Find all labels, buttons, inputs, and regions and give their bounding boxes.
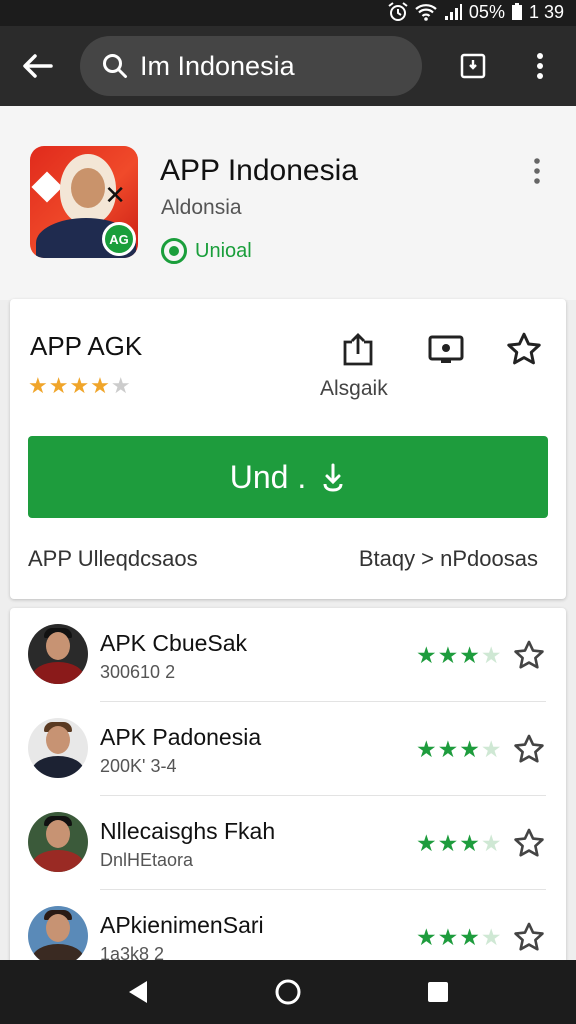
install-button[interactable]: Und . (28, 436, 548, 518)
overflow-menu-button[interactable] (518, 44, 562, 88)
nav-back-button[interactable] (116, 970, 160, 1014)
stars-empty: ★ (480, 924, 503, 950)
battery-icon (511, 3, 522, 20)
action-label: Alsgaik (320, 377, 388, 400)
list-item-stars: ★★★★ (416, 924, 502, 951)
list-item[interactable]: APK Padonesia 200K' 3-4 ★★★★ (10, 702, 566, 796)
icon-face-shape (71, 168, 105, 208)
star-icon (514, 734, 544, 763)
list-item-name: APkienimenSari (100, 912, 264, 938)
app-icon: ✕ AG (30, 146, 138, 258)
clock: 1 39 (528, 2, 564, 22)
search-input[interactable]: Im Indonesia (80, 36, 422, 96)
list-item-sub: 300610 2 (100, 662, 176, 682)
list-item[interactable]: Nllecaisghs Fkah DnlHEtaora ★★★★ (10, 796, 566, 890)
status-bar: 05% 1 39 (0, 0, 576, 26)
list-item-sub: DnlHEtaora (100, 850, 194, 870)
app-bar: Im Indonesia (0, 26, 576, 106)
installed-status: Unioal (161, 238, 252, 264)
avatar (28, 624, 88, 684)
wishlist-star-button[interactable] (502, 329, 546, 369)
icon-badge: AG (102, 222, 136, 256)
header-more-button[interactable] (520, 154, 554, 188)
play-icon (129, 981, 147, 1003)
back-button[interactable] (14, 44, 60, 88)
list-item-stars: ★★★★ (416, 736, 502, 763)
avatar (28, 906, 88, 966)
wifi-icon (415, 4, 437, 21)
stars-filled: ★★★ (416, 924, 481, 950)
list-item-favorite-button[interactable] (510, 636, 548, 674)
stars-filled: ★★★ (416, 642, 481, 668)
download-icon (323, 463, 343, 492)
list-item-stars: ★★★★ (416, 642, 502, 669)
alarm-icon (388, 2, 408, 21)
avatar (28, 718, 88, 778)
star-icon (507, 332, 541, 365)
app-developer[interactable]: Aldonsia (161, 196, 242, 220)
detail-footer-right-link[interactable]: Btaqy > nPdoosas (359, 546, 538, 572)
app-header: ✕ AG APP Indonesia Aldonsia Unioal (0, 106, 576, 300)
signal-icon (444, 4, 462, 20)
more-vert-icon (534, 158, 540, 184)
bookmark-icon (460, 53, 486, 79)
icon-burst-shape (31, 171, 63, 203)
related-apps-list: APK CbueSak 300610 2 ★★★★ APK Padonesia … (10, 608, 566, 968)
rating-stars: ★★★★★ (28, 373, 132, 399)
list-item-name: APK CbueSak (100, 630, 248, 656)
list-item-name: Nllecaisghs Fkah (100, 818, 276, 844)
home-icon (275, 979, 301, 1005)
stars-filled: ★★★ (416, 830, 481, 856)
list-item-favorite-button[interactable] (510, 824, 548, 862)
star-icon (514, 828, 544, 857)
bookmark-button[interactable] (451, 44, 495, 88)
search-icon (103, 54, 127, 78)
list-item-stars: ★★★★ (416, 830, 502, 857)
star-icon (514, 922, 544, 951)
system-nav-bar (0, 960, 576, 1024)
list-item[interactable]: APK CbueSak 300610 2 ★★★★ (10, 608, 566, 702)
nav-recents-button[interactable] (416, 970, 460, 1014)
star-icon (514, 640, 544, 669)
back-arrow-icon (23, 54, 53, 78)
icon-x-mark: ✕ (104, 180, 126, 210)
more-vert-icon (537, 53, 543, 79)
list-item[interactable]: APkienimenSari 1a3k8 2 ★★★★ (10, 890, 566, 968)
recents-icon (428, 982, 448, 1002)
stars-empty: ★ (480, 736, 503, 762)
share-icon (343, 333, 373, 366)
share-button[interactable] (336, 329, 380, 369)
list-item-favorite-button[interactable] (510, 730, 548, 768)
installed-icon (161, 238, 187, 264)
detail-card: APP AGK ★★★★★ Alsgaik Und . APP Ulleqdcs… (10, 299, 566, 599)
stars-filled: ★★★ (416, 736, 481, 762)
screenshot-button[interactable] (424, 329, 468, 369)
rating-stars-filled: ★★★★ (28, 373, 111, 398)
avatar (28, 812, 88, 872)
installed-label: Unioal (195, 239, 252, 262)
nav-home-button[interactable] (266, 970, 310, 1014)
list-item-favorite-button[interactable] (510, 918, 548, 956)
list-item-sub: 200K' 3-4 (100, 756, 177, 776)
search-query: Im Indonesia (140, 50, 295, 81)
detail-app-name: APP AGK (30, 331, 143, 361)
battery-percent: 05% (468, 2, 505, 22)
rating-stars-empty: ★ (110, 373, 132, 398)
screenshot-icon (428, 335, 464, 363)
stars-empty: ★ (480, 642, 503, 668)
app-title: APP Indonesia (160, 154, 358, 187)
install-button-label: Und . (229, 458, 307, 495)
status-icons: 05% 1 39 (387, 1, 564, 23)
stars-empty: ★ (480, 830, 503, 856)
list-item-name: APK Padonesia (100, 724, 262, 750)
detail-footer-left: APP Ulleqdcsaos (28, 546, 198, 571)
